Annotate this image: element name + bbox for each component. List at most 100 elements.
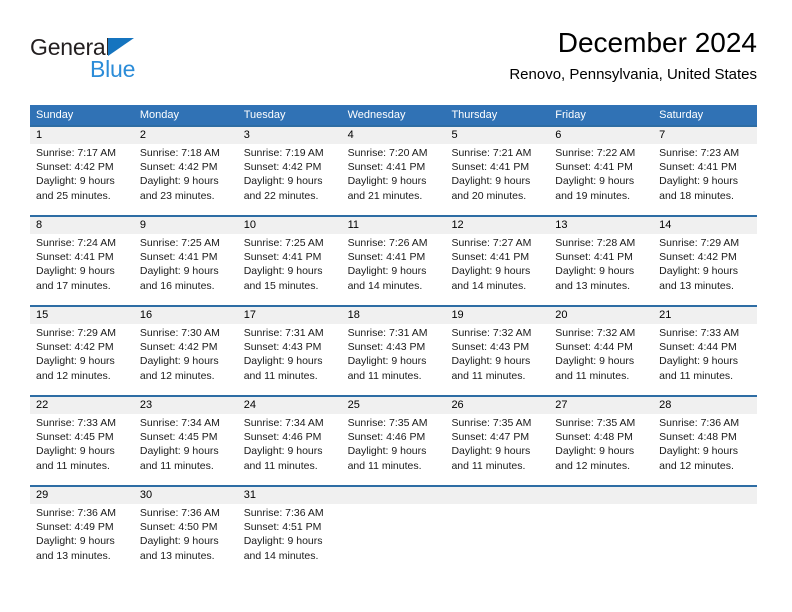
day-sun-info: Sunrise: 7:29 AM Sunset: 4:42 PM Dayligh… bbox=[659, 237, 740, 292]
day-sun-info: Sunrise: 7:35 AM Sunset: 4:46 PM Dayligh… bbox=[347, 417, 428, 472]
weekday-header-sunday: Sunday bbox=[36, 109, 74, 121]
day-cell[interactable]: 4 Sunrise: 7:20 AM Sunset: 4:41 PM Dayli… bbox=[342, 127, 446, 215]
day-sun-info: Sunrise: 7:21 AM Sunset: 4:41 PM Dayligh… bbox=[451, 147, 532, 202]
week-row: 29 Sunrise: 7:36 AM Sunset: 4:49 PM Dayl… bbox=[30, 485, 757, 575]
weekday-header-row: Sunday Monday Tuesday Wednesday Thursday… bbox=[30, 105, 757, 125]
day-cell[interactable]: 10 Sunrise: 7:25 AM Sunset: 4:41 PM Dayl… bbox=[238, 217, 342, 305]
day-number: 19 bbox=[451, 309, 464, 321]
day-cell[interactable]: 30 Sunrise: 7:36 AM Sunset: 4:50 PM Dayl… bbox=[134, 487, 238, 575]
day-cell[interactable]: 3 Sunrise: 7:19 AM Sunset: 4:42 PM Dayli… bbox=[238, 127, 342, 215]
day-sun-info: Sunrise: 7:30 AM Sunset: 4:42 PM Dayligh… bbox=[139, 327, 220, 382]
weekday-header-tuesday: Tuesday bbox=[243, 109, 286, 121]
day-cell[interactable]: 18 Sunrise: 7:31 AM Sunset: 4:43 PM Dayl… bbox=[342, 307, 446, 395]
day-cell[interactable]: 11 Sunrise: 7:26 AM Sunset: 4:41 PM Dayl… bbox=[342, 217, 446, 305]
day-sun-info: Sunrise: 7:36 AM Sunset: 4:49 PM Dayligh… bbox=[36, 507, 116, 562]
day-sun-info: Sunrise: 7:35 AM Sunset: 4:47 PM Dayligh… bbox=[451, 417, 532, 472]
day-cell[interactable]: 21 Sunrise: 7:33 AM Sunset: 4:44 PM Dayl… bbox=[653, 307, 757, 395]
day-cell[interactable]: 17 Sunrise: 7:31 AM Sunset: 4:43 PM Dayl… bbox=[238, 307, 342, 395]
day-number: 4 bbox=[347, 129, 354, 141]
day-sun-info: Sunrise: 7:36 AM Sunset: 4:51 PM Dayligh… bbox=[243, 507, 324, 562]
day-cell[interactable]: 23 Sunrise: 7:34 AM Sunset: 4:45 PM Dayl… bbox=[134, 397, 238, 485]
day-number: 23 bbox=[139, 399, 153, 411]
day-sun-info: Sunrise: 7:31 AM Sunset: 4:43 PM Dayligh… bbox=[243, 327, 324, 382]
day-number: 22 bbox=[36, 399, 49, 411]
day-number: 18 bbox=[347, 309, 360, 321]
day-number: 11 bbox=[347, 219, 359, 231]
weekday-header-saturday: Saturday bbox=[659, 109, 704, 121]
day-cell[interactable]: 7 Sunrise: 7:23 AM Sunset: 4:41 PM Dayli… bbox=[653, 127, 757, 215]
day-number: 3 bbox=[243, 129, 250, 141]
day-sun-info: Sunrise: 7:20 AM Sunset: 4:41 PM Dayligh… bbox=[347, 147, 428, 202]
day-cell[interactable]: 13 Sunrise: 7:28 AM Sunset: 4:41 PM Dayl… bbox=[549, 217, 653, 305]
day-sun-info: Sunrise: 7:33 AM Sunset: 4:44 PM Dayligh… bbox=[659, 327, 740, 382]
day-number bbox=[451, 487, 543, 504]
day-sun-info: Sunrise: 7:17 AM Sunset: 4:42 PM Dayligh… bbox=[36, 147, 116, 202]
day-number: 10 bbox=[243, 219, 256, 231]
day-cell[interactable]: 27 Sunrise: 7:35 AM Sunset: 4:48 PM Dayl… bbox=[549, 397, 653, 485]
day-number: 9 bbox=[139, 219, 146, 231]
day-cell[interactable]: 15 Sunrise: 7:29 AM Sunset: 4:42 PM Dayl… bbox=[30, 307, 134, 395]
day-sun-info: Sunrise: 7:34 AM Sunset: 4:46 PM Dayligh… bbox=[243, 417, 324, 472]
week-row: 8 Sunrise: 7:24 AM Sunset: 4:41 PM Dayli… bbox=[30, 215, 757, 305]
triangle-icon bbox=[108, 38, 134, 56]
day-number: 17 bbox=[243, 309, 256, 321]
day-sun-info: Sunrise: 7:25 AM Sunset: 4:41 PM Dayligh… bbox=[139, 237, 220, 292]
day-number: 30 bbox=[139, 489, 153, 501]
day-cell-empty bbox=[653, 487, 757, 575]
day-cell[interactable]: 5 Sunrise: 7:21 AM Sunset: 4:41 PM Dayli… bbox=[445, 127, 549, 215]
day-cell[interactable]: 6 Sunrise: 7:22 AM Sunset: 4:41 PM Dayli… bbox=[549, 127, 653, 215]
day-sun-info: Sunrise: 7:22 AM Sunset: 4:41 PM Dayligh… bbox=[555, 147, 636, 202]
day-number: 1 bbox=[36, 129, 43, 141]
day-sun-info: Sunrise: 7:31 AM Sunset: 4:43 PM Dayligh… bbox=[347, 327, 428, 382]
day-sun-info: Sunrise: 7:25 AM Sunset: 4:41 PM Dayligh… bbox=[243, 237, 324, 292]
day-sun-info: Sunrise: 7:27 AM Sunset: 4:41 PM Dayligh… bbox=[451, 237, 532, 292]
day-sun-info: Sunrise: 7:18 AM Sunset: 4:42 PM Dayligh… bbox=[139, 147, 220, 202]
day-number: 8 bbox=[36, 219, 43, 231]
day-cell[interactable]: 9 Sunrise: 7:25 AM Sunset: 4:41 PM Dayli… bbox=[134, 217, 238, 305]
day-cell[interactable]: 29 Sunrise: 7:36 AM Sunset: 4:49 PM Dayl… bbox=[30, 487, 134, 575]
day-cell[interactable]: 26 Sunrise: 7:35 AM Sunset: 4:47 PM Dayl… bbox=[445, 397, 549, 485]
day-cell[interactable]: 12 Sunrise: 7:27 AM Sunset: 4:41 PM Dayl… bbox=[445, 217, 549, 305]
day-cell[interactable]: 20 Sunrise: 7:32 AM Sunset: 4:44 PM Dayl… bbox=[549, 307, 653, 395]
day-cell-empty bbox=[342, 487, 446, 575]
day-number: 2 bbox=[139, 129, 146, 141]
day-cell[interactable]: 8 Sunrise: 7:24 AM Sunset: 4:41 PM Dayli… bbox=[30, 217, 134, 305]
weekday-header-thursday: Thursday bbox=[451, 109, 498, 121]
day-cell[interactable]: 2 Sunrise: 7:18 AM Sunset: 4:42 PM Dayli… bbox=[134, 127, 238, 215]
day-sun-info: Sunrise: 7:24 AM Sunset: 4:41 PM Dayligh… bbox=[36, 237, 116, 292]
day-cell[interactable]: 24 Sunrise: 7:34 AM Sunset: 4:46 PM Dayl… bbox=[238, 397, 342, 485]
weekday-header-friday: Friday bbox=[555, 109, 586, 121]
day-cell[interactable]: 1 Sunrise: 7:17 AM Sunset: 4:42 PM Dayli… bbox=[30, 127, 134, 215]
day-sun-info: Sunrise: 7:32 AM Sunset: 4:44 PM Dayligh… bbox=[555, 327, 636, 382]
day-number bbox=[659, 487, 751, 504]
day-sun-info: Sunrise: 7:28 AM Sunset: 4:41 PM Dayligh… bbox=[555, 237, 636, 292]
day-number: 15 bbox=[36, 309, 49, 321]
day-number: 27 bbox=[555, 399, 568, 411]
day-sun-info: Sunrise: 7:34 AM Sunset: 4:45 PM Dayligh… bbox=[139, 417, 220, 472]
title-block: December 2024 Renovo, Pennsylvania, Unit… bbox=[509, 26, 757, 86]
brand-logo[interactable]: General Blue bbox=[30, 34, 230, 92]
location-subtitle: Renovo, Pennsylvania, United States bbox=[509, 66, 757, 83]
day-sun-info: Sunrise: 7:26 AM Sunset: 4:41 PM Dayligh… bbox=[347, 237, 428, 292]
day-cell[interactable]: 22 Sunrise: 7:33 AM Sunset: 4:45 PM Dayl… bbox=[30, 397, 134, 485]
day-cell[interactable]: 25 Sunrise: 7:35 AM Sunset: 4:46 PM Dayl… bbox=[342, 397, 446, 485]
day-number: 21 bbox=[659, 309, 672, 321]
day-cell[interactable]: 31 Sunrise: 7:36 AM Sunset: 4:51 PM Dayl… bbox=[238, 487, 342, 575]
day-cell[interactable]: 16 Sunrise: 7:30 AM Sunset: 4:42 PM Dayl… bbox=[134, 307, 238, 395]
day-number bbox=[555, 487, 647, 504]
day-cell[interactable]: 28 Sunrise: 7:36 AM Sunset: 4:48 PM Dayl… bbox=[653, 397, 757, 485]
day-number: 29 bbox=[36, 489, 49, 501]
day-cell[interactable]: 14 Sunrise: 7:29 AM Sunset: 4:42 PM Dayl… bbox=[653, 217, 757, 305]
day-sun-info: Sunrise: 7:36 AM Sunset: 4:50 PM Dayligh… bbox=[139, 507, 220, 562]
day-number: 13 bbox=[555, 219, 568, 231]
day-cell[interactable]: 19 Sunrise: 7:32 AM Sunset: 4:43 PM Dayl… bbox=[445, 307, 549, 395]
day-number: 14 bbox=[659, 219, 672, 231]
day-sun-info: Sunrise: 7:33 AM Sunset: 4:45 PM Dayligh… bbox=[36, 417, 116, 472]
weekday-header-monday: Monday bbox=[139, 109, 179, 121]
day-number: 6 bbox=[555, 129, 562, 141]
day-cell-empty bbox=[549, 487, 653, 575]
day-number: 20 bbox=[555, 309, 568, 321]
day-sun-info: Sunrise: 7:29 AM Sunset: 4:42 PM Dayligh… bbox=[36, 327, 116, 382]
day-sun-info: Sunrise: 7:19 AM Sunset: 4:42 PM Dayligh… bbox=[243, 147, 324, 202]
day-number: 7 bbox=[659, 129, 666, 141]
